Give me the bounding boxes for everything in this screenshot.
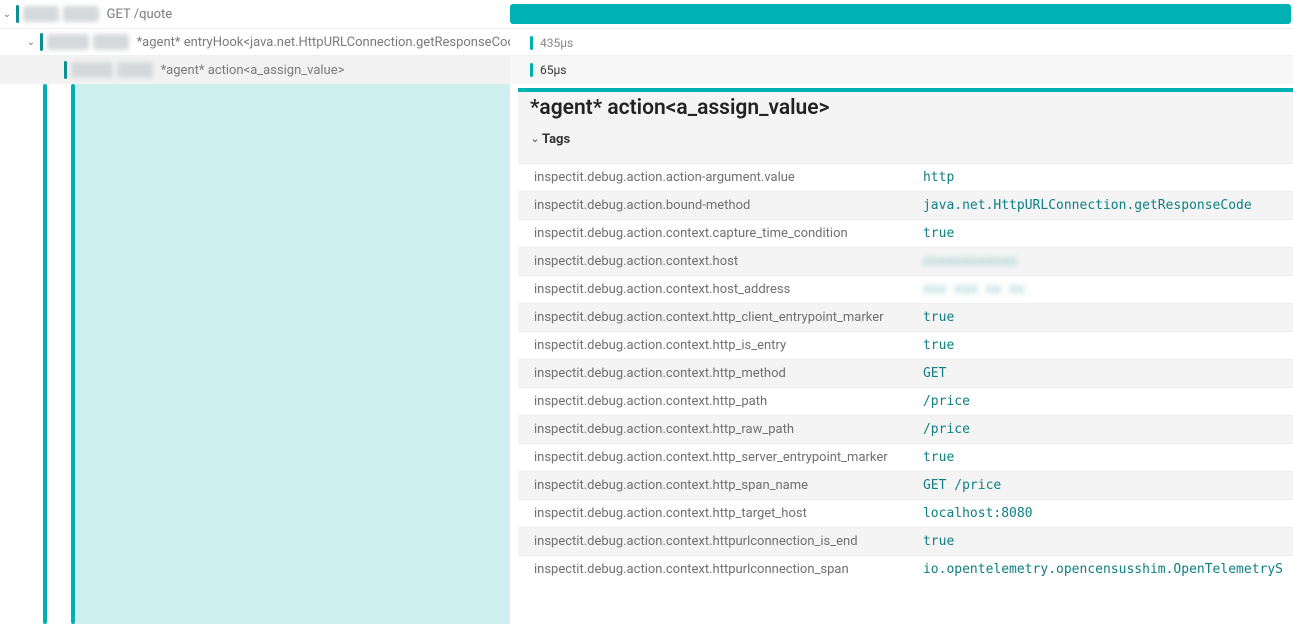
span-color-bar (40, 33, 43, 51)
tag-row[interactable]: inspectit.debug.action.context.http_clie… (518, 304, 1293, 332)
tag-key: inspectit.debug.action.context.http_clie… (518, 304, 913, 332)
tag-key: inspectit.debug.action.context.http_serv… (518, 444, 913, 472)
span-row[interactable]: ⌄ xxxxx xxxx *agent* entryHook<java.net.… (0, 28, 1293, 56)
tag-value: io.opentelemetry.opencensusshim.OpenTele… (913, 556, 1293, 584)
span-color-bar (64, 61, 67, 79)
service-badge: xxxx xxxx (23, 6, 99, 22)
tag-value: xxxxxxxxxxxx (913, 248, 1293, 276)
tag-key: inspectit.debug.action.context.http_meth… (518, 360, 913, 388)
tree-guide (43, 84, 47, 624)
tag-key: inspectit.debug.action.bound-method (518, 192, 913, 220)
tag-key: inspectit.debug.action.context.httpurlco… (518, 528, 913, 556)
service-chip: xxxxx (71, 62, 113, 78)
tag-key: inspectit.debug.action.context.http_targ… (518, 500, 913, 528)
tag-value: true (913, 332, 1293, 360)
chevron-down-icon[interactable]: ⌄ (0, 9, 14, 20)
span-duration: 65µs (540, 63, 566, 77)
tag-key: inspectit.debug.action.context.capture_t… (518, 220, 913, 248)
tag-value: GET /price (913, 472, 1293, 500)
span-label: GET /quote (107, 7, 173, 22)
tag-value: GET (913, 360, 1293, 388)
tag-key: inspectit.debug.action.context.host_addr… (518, 276, 913, 304)
service-badge: xxxxx xxxx (47, 34, 129, 50)
tag-key: inspectit.debug.action.context.http_path (518, 388, 913, 416)
tree-guide (71, 84, 75, 624)
tag-row[interactable]: inspectit.debug.action.context.http_path… (518, 388, 1293, 416)
tags-section-toggle[interactable]: ⌄ Tags (518, 130, 1293, 153)
tag-row[interactable]: inspectit.debug.action.context.hostxxxxx… (518, 248, 1293, 276)
span-label: *agent* action<a_assign_value> (161, 63, 345, 78)
span-duration: 435µs (540, 36, 573, 50)
span-detail-panel: *agent* action<a_assign_value> ⌄ Tags in… (518, 88, 1293, 583)
service-badge: xxxxx xxxx (71, 62, 153, 78)
tag-row[interactable]: inspectit.debug.action.context.http_targ… (518, 500, 1293, 528)
tag-key: inspectit.debug.action.context.host (518, 248, 913, 276)
span-label: *agent* entryHook<java.net.HttpURLConnec… (137, 35, 510, 50)
tag-row[interactable]: inspectit.debug.action.action-argument.v… (518, 164, 1293, 192)
tag-key: inspectit.debug.action.context.httpurlco… (518, 556, 913, 584)
service-chip: xxxx (93, 34, 129, 50)
span-color-bar (16, 5, 19, 23)
chevron-down-icon[interactable]: ⌄ (24, 37, 38, 48)
tag-row[interactable]: inspectit.debug.action.context.host_addr… (518, 276, 1293, 304)
tag-key: inspectit.debug.action.context.http_span… (518, 472, 913, 500)
chevron-down-icon: ⌄ (528, 134, 542, 145)
tag-value: /price (913, 388, 1293, 416)
tag-row[interactable]: inspectit.debug.action.context.httpurlco… (518, 528, 1293, 556)
span-detail-title: *agent* action<a_assign_value> (518, 92, 1293, 130)
tag-row[interactable]: inspectit.debug.action.context.http_serv… (518, 444, 1293, 472)
tag-value: true (913, 528, 1293, 556)
tag-value: /price (913, 416, 1293, 444)
timeline (510, 0, 1293, 28)
span-bar[interactable] (530, 36, 533, 50)
tag-row[interactable]: inspectit.debug.action.context.capture_t… (518, 220, 1293, 248)
tag-row[interactable]: inspectit.debug.action.context.http_meth… (518, 360, 1293, 388)
tag-row[interactable]: inspectit.debug.action.context.httpurlco… (518, 556, 1293, 584)
timeline: 435µs (510, 29, 1293, 55)
tag-value: true (913, 304, 1293, 332)
service-chip: xxxx (63, 6, 99, 22)
tag-value: localhost:8080 (913, 500, 1293, 528)
span-row-selected[interactable]: xxxxx xxxx *agent* action<a_assign_value… (0, 56, 1293, 84)
tag-row[interactable]: inspectit.debug.action.context.http_raw_… (518, 416, 1293, 444)
tag-row[interactable]: inspectit.debug.action.bound-methodjava.… (518, 192, 1293, 220)
tree-fill (75, 84, 510, 624)
service-chip: xxxx (23, 6, 59, 22)
span-row[interactable]: ⌄ xxxx xxxx GET /quote (0, 0, 1293, 28)
tag-value: http (913, 164, 1293, 192)
tag-key: inspectit.debug.action.context.http_is_e… (518, 332, 913, 360)
tags-table: inspectit.debug.action.action-argument.v… (518, 163, 1293, 583)
service-chip: xxxx (117, 62, 153, 78)
tag-key: inspectit.debug.action.context.http_raw_… (518, 416, 913, 444)
tag-value: true (913, 444, 1293, 472)
span-bar[interactable] (510, 4, 1291, 24)
tag-value: xxx xxx xx xx (913, 276, 1293, 304)
tag-row[interactable]: inspectit.debug.action.context.http_is_e… (518, 332, 1293, 360)
tag-value: java.net.HttpURLConnection.getResponseCo… (913, 192, 1293, 220)
tag-key: inspectit.debug.action.action-argument.v… (518, 164, 913, 192)
span-bar[interactable] (530, 63, 533, 77)
tags-heading: Tags (542, 132, 570, 147)
tag-row[interactable]: inspectit.debug.action.context.http_span… (518, 472, 1293, 500)
timeline: 65µs (510, 56, 1293, 84)
service-chip: xxxxx (47, 34, 89, 50)
tag-value: true (913, 220, 1293, 248)
